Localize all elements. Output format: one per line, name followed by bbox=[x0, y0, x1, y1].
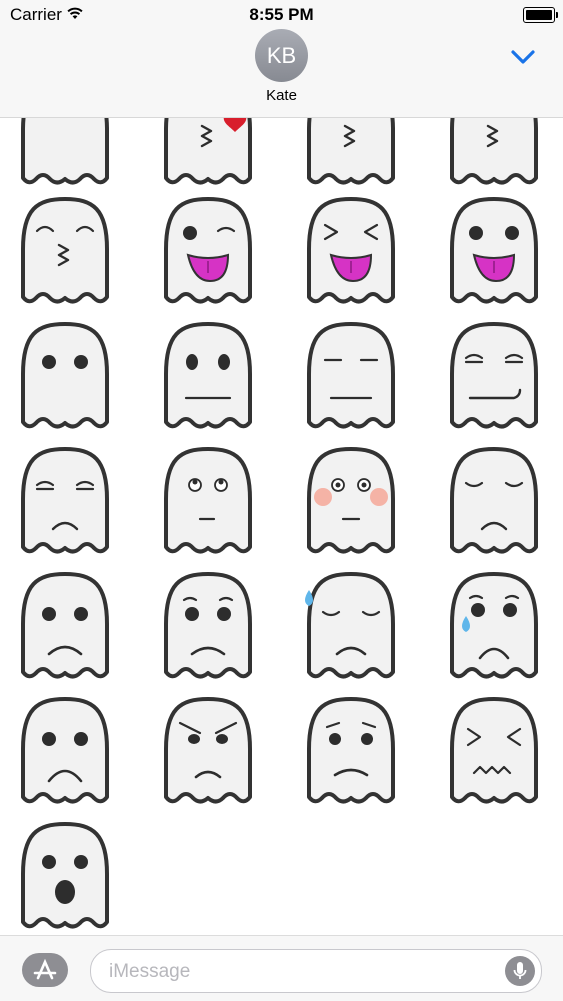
sticker-ghost-crying-tear[interactable] bbox=[444, 570, 544, 682]
sticker-ghost-angry[interactable] bbox=[158, 695, 258, 807]
sticker-ghost-worried[interactable] bbox=[158, 570, 258, 682]
clock: 8:55 PM bbox=[249, 5, 314, 24]
sticker-grid bbox=[0, 118, 563, 935]
sticker-ghost-unamused-frown[interactable] bbox=[15, 445, 115, 557]
sticker-ghost-flushed[interactable] bbox=[301, 445, 401, 557]
sticker-ghost-squint-tongue[interactable] bbox=[301, 195, 401, 307]
sticker-ghost-frown[interactable] bbox=[15, 570, 115, 682]
sticker-ghost-smirk[interactable] bbox=[444, 320, 544, 432]
status-bar: Carrier 8:55 PM bbox=[0, 0, 563, 30]
sticker-ghost-kissing-closed-eyes[interactable] bbox=[15, 195, 115, 307]
sticker-ghost-blank-eyes[interactable] bbox=[15, 320, 115, 432]
microphone-icon[interactable] bbox=[505, 956, 535, 986]
sticker-ghost-sweat-downcast[interactable] bbox=[301, 570, 401, 682]
sticker-ghost-surprised[interactable] bbox=[15, 820, 115, 932]
sticker-ghost-expressionless[interactable] bbox=[301, 320, 401, 432]
sticker-ghost-eye-roll[interactable] bbox=[158, 445, 258, 557]
app-store-glyph bbox=[33, 958, 57, 980]
sticker-ghost-confounded[interactable] bbox=[444, 695, 544, 807]
sticker-ghost-sad[interactable] bbox=[15, 695, 115, 807]
sticker-ghost-tongue-out[interactable] bbox=[444, 195, 544, 307]
microphone-glyph bbox=[513, 962, 527, 979]
app-store-icon[interactable] bbox=[22, 953, 68, 987]
sticker-ghost-wink-tongue[interactable] bbox=[158, 195, 258, 307]
sticker-ghost-grin-partial[interactable] bbox=[15, 118, 115, 188]
sticker-ghost-kiss-heart-partial[interactable] bbox=[158, 118, 258, 188]
conversation-header: Carrier 8:55 PM KB Kate bbox=[0, 0, 563, 118]
contact-name[interactable]: Kate bbox=[0, 87, 563, 104]
sticker-ghost-kiss-partial[interactable] bbox=[301, 118, 401, 188]
message-input[interactable]: iMessage bbox=[90, 949, 542, 993]
sticker-ghost-kiss-partial[interactable] bbox=[444, 118, 544, 188]
message-composer: iMessage bbox=[0, 935, 563, 1001]
battery-icon bbox=[523, 7, 558, 23]
avatar[interactable]: KB bbox=[255, 29, 308, 82]
message-placeholder: iMessage bbox=[109, 961, 191, 982]
sticker-ghost-neutral[interactable] bbox=[158, 320, 258, 432]
sticker-ghost-pensive[interactable] bbox=[444, 445, 544, 557]
sticker-ghost-anxious-frown[interactable] bbox=[301, 695, 401, 807]
chevron-down-icon[interactable] bbox=[510, 48, 536, 66]
